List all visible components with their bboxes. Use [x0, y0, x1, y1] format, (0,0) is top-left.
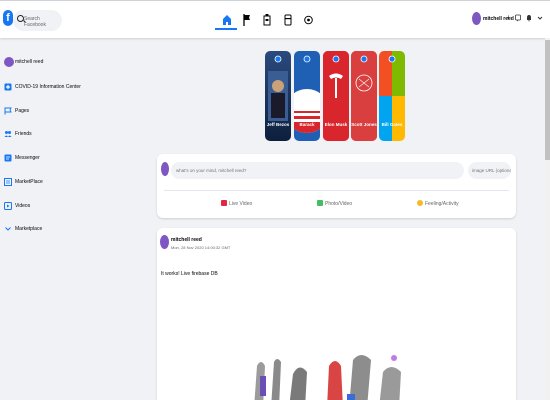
sidebar-item-label: Pages: [15, 108, 30, 114]
pages-flag-icon: [4, 107, 12, 115]
avatar: [161, 162, 169, 176]
post-timestamp[interactable]: Mon, 28 Nov 2020 14:00:32 GMT: [171, 245, 230, 250]
story-photo: [351, 51, 377, 141]
feeling-activity-label: Feeling/Activity: [425, 201, 459, 207]
sidebar-item-label: COVID-19 Information Center: [15, 84, 81, 90]
story-card[interactable]: Bill Gates: [379, 51, 405, 141]
search-box[interactable]: Search Facebook: [13, 10, 62, 31]
covid-icon: [4, 83, 12, 91]
chevron-down-icon: [5, 227, 11, 231]
story-name: Jeff Bezos: [266, 122, 290, 127]
bell-icon[interactable]: [526, 14, 532, 22]
story-name: Scott Jones: [351, 122, 377, 127]
stories-row: Jeff Bezos Barack Elon Musk Scott Jones: [265, 51, 405, 141]
sidebar-item-covid[interactable]: COVID-19 Information Center: [4, 80, 144, 94]
marketplace-icon: [4, 178, 12, 186]
image-url-input[interactable]: [468, 162, 511, 179]
live-video-label: Live Video: [229, 201, 253, 207]
gaming-icon[interactable]: [304, 13, 313, 27]
messenger-icon[interactable]: [515, 14, 521, 22]
group-icon[interactable]: [284, 13, 292, 27]
sidebar-item-label: mitchell reed: [15, 59, 44, 65]
story-card[interactable]: Jeff Bezos: [265, 51, 291, 141]
story-card[interactable]: Scott Jones: [351, 51, 377, 141]
create-post-card: Live Video Photo/Video Feeling/Activity: [157, 154, 516, 218]
live-video-icon: [221, 200, 227, 206]
sidebar-item-label: Marketplace: [15, 226, 43, 232]
story-name: Elon Musk: [324, 122, 348, 127]
top-navbar: f Search Facebook mitchell reed +: [0, 0, 550, 38]
sidebar-item-messenger[interactable]: Messenger: [4, 151, 144, 165]
sidebar-item-profile[interactable]: mitchell reed: [4, 55, 144, 69]
post-text-input[interactable]: [171, 162, 464, 179]
post-author[interactable]: mitchell reed: [171, 237, 202, 243]
messenger-icon: [4, 154, 12, 162]
story-name: Barack: [299, 122, 315, 127]
sidebar-item-marketplace[interactable]: MarketPlace: [4, 175, 144, 189]
story-photo: [294, 51, 320, 141]
sidebar-item-label: Friends: [15, 131, 32, 137]
sidebar-item-pages[interactable]: Pages: [4, 104, 144, 118]
photo-video-label: Photo/Video: [325, 201, 353, 207]
avatar[interactable]: [160, 235, 169, 249]
home-icon[interactable]: [222, 13, 232, 27]
story-photo: [323, 51, 349, 141]
home-tab-indicator: [215, 28, 237, 30]
story-card[interactable]: Barack: [294, 51, 320, 141]
sidebar-item-videos[interactable]: Videos: [4, 199, 144, 213]
story-photo: [268, 55, 288, 121]
post-text: It works! Live firebase DB: [161, 271, 218, 277]
store-icon[interactable]: [263, 13, 271, 27]
chevron-down-icon[interactable]: [537, 14, 543, 22]
story-card[interactable]: Elon Musk: [323, 51, 349, 141]
plus-icon[interactable]: +: [506, 14, 512, 22]
sidebar-item-label: Messenger: [15, 155, 40, 161]
story-photo: [379, 51, 405, 141]
sidebar-item-more[interactable]: Marketplace: [4, 222, 144, 236]
sidebar-item-friends[interactable]: Friends: [4, 127, 144, 141]
avatar: [4, 57, 14, 67]
search-icon: [17, 15, 24, 22]
sidebar-item-label: Videos: [15, 203, 31, 209]
friends-icon: [4, 131, 12, 137]
sidebar-item-label: MarketPlace: [15, 179, 43, 185]
story-name: Bill Gates: [381, 122, 403, 127]
feed-post: mitchell reed Mon, 28 Nov 2020 14:00:32 …: [157, 228, 516, 400]
divider: [164, 190, 509, 191]
videos-icon: [4, 202, 12, 210]
facebook-logo[interactable]: f: [3, 10, 13, 26]
post-image[interactable]: [249, 336, 419, 400]
search-input[interactable]: Search Facebook: [24, 16, 62, 28]
photo-icon: [317, 200, 323, 206]
flag-icon[interactable]: [243, 13, 251, 27]
scrollbar-thumb[interactable]: [545, 40, 550, 160]
smiley-icon: [417, 200, 423, 206]
avatar[interactable]: [472, 12, 481, 25]
